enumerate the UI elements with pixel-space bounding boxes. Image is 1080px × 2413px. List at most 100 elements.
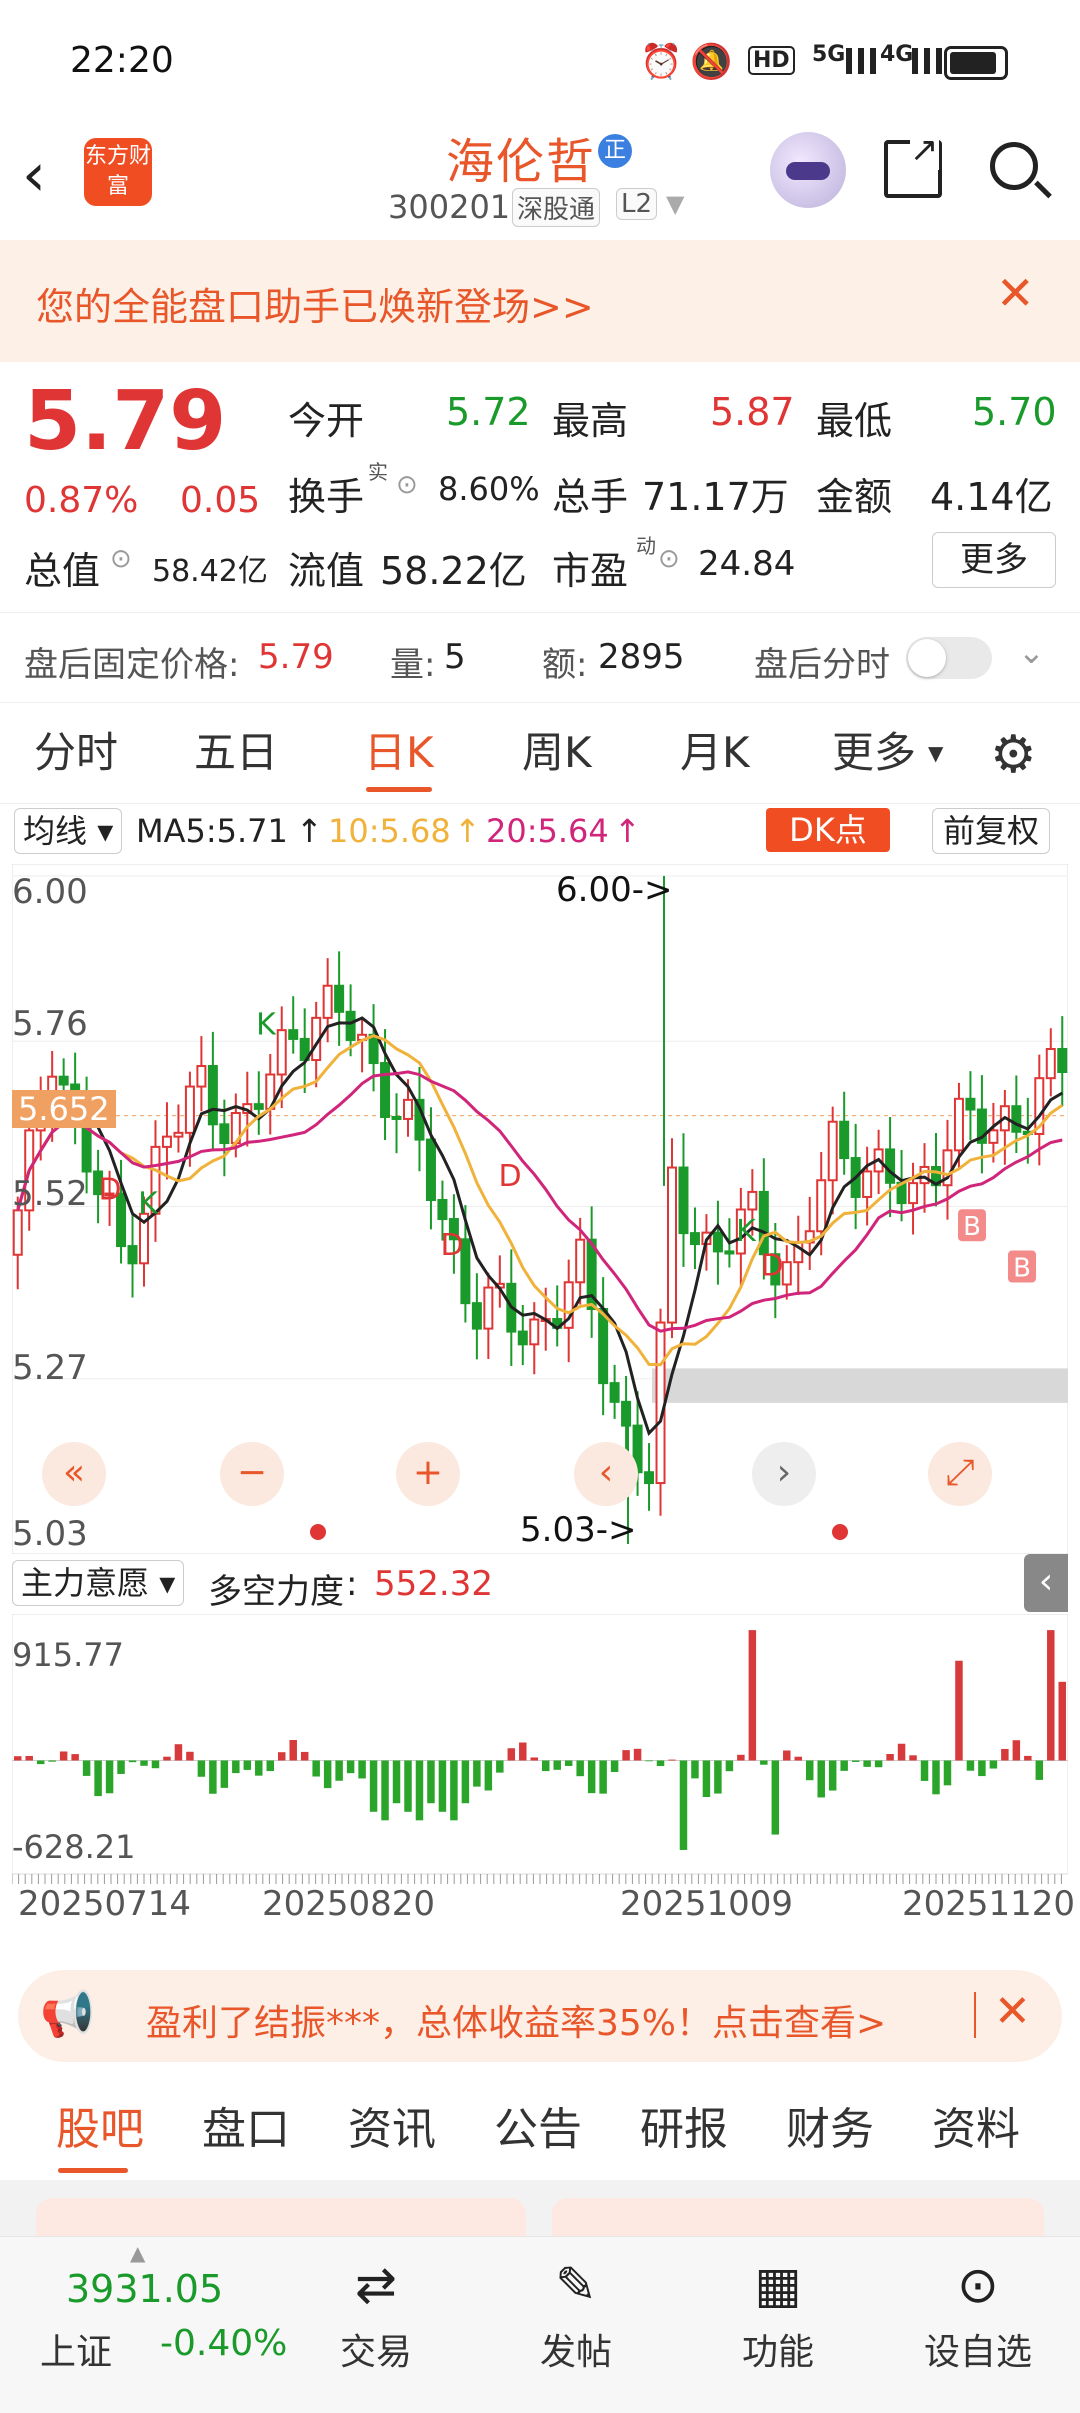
tab-minute[interactable]: 分时 — [34, 703, 118, 803]
indicator-bar — [943, 1760, 952, 1786]
dot-marker — [832, 1524, 848, 1540]
close-icon[interactable]: ✕ — [996, 266, 1035, 320]
post-label: 发帖 — [539, 2332, 612, 2373]
info-icon[interactable]: ⊙ — [110, 544, 132, 574]
signal-bars-icon — [912, 48, 942, 74]
stock-code: 300201 — [388, 188, 511, 226]
scroll-left-fast-icon[interactable]: « — [42, 1442, 106, 1506]
index-name[interactable]: 上证 — [40, 2323, 112, 2375]
ad-banner[interactable]: 📢 盈利了结振***，总体收益率35%！点击查看> ✕ — [18, 1970, 1062, 2062]
tab-finance[interactable]: 财务 — [786, 2080, 874, 2180]
index-value[interactable]: 3931.05 — [66, 2267, 223, 2311]
stock-name: 海伦哲 — [446, 134, 597, 190]
x-tick: 20250820 — [262, 1884, 436, 1924]
candle-body — [953, 1097, 964, 1152]
promo-banner[interactable]: 您的全能盘口助手已焕新登场>> ✕ — [0, 240, 1080, 362]
gear-icon[interactable]: ⚙ — [990, 725, 1037, 785]
search-icon[interactable] — [990, 142, 1052, 199]
indicator-bar — [392, 1760, 401, 1804]
fullscreen-icon[interactable]: ⤢ — [928, 1442, 992, 1506]
edit-icon: ✎ — [555, 2256, 597, 2314]
candle-body — [862, 1170, 873, 1198]
banner-text[interactable]: 您的全能盘口助手已焕新登场>> — [36, 276, 594, 331]
tab-pankou[interactable]: 盘口 — [202, 2080, 290, 2180]
post-button[interactable]: ✎ 发帖 — [506, 2255, 646, 2375]
candle-body — [391, 1115, 402, 1120]
high-label: 最高 — [552, 399, 629, 443]
collapse-panel-icon[interactable]: ‹ — [1024, 1554, 1068, 1612]
back-arrow-icon[interactable]: ‹ — [22, 140, 46, 210]
ma-selector[interactable]: 均线 ▾ — [14, 808, 123, 854]
low-value: 5.70 — [972, 390, 1057, 434]
pe-value: 24.84 — [698, 544, 796, 584]
zoom-in-icon[interactable]: + — [396, 1442, 460, 1506]
candle-body — [173, 1131, 184, 1138]
indicator-bar — [278, 1752, 286, 1761]
tab-news[interactable]: 资讯 — [348, 2080, 436, 2180]
share-icon[interactable]: ↗ — [884, 130, 942, 198]
afterhours-toggle[interactable] — [906, 637, 992, 679]
indicator-svg[interactable] — [12, 1614, 1068, 1894]
signal-label: K — [736, 1214, 757, 1249]
indicator-bar — [140, 1760, 148, 1766]
indicator-bar — [702, 1760, 711, 1797]
tab-research[interactable]: 研报 — [640, 2080, 728, 2180]
kline-svg[interactable]: KD KDD KDBB — [11, 863, 1069, 1555]
indicator-bar — [806, 1760, 814, 1781]
tab-more[interactable]: 更多 — [832, 703, 916, 803]
scroll-left-icon[interactable]: ‹ — [574, 1442, 638, 1506]
tab-guba[interactable]: 股吧 — [56, 2080, 144, 2180]
info-icon[interactable]: ⊙ — [658, 544, 680, 574]
y-tick: 5.27 — [12, 1348, 88, 1388]
change-amt: 0.05 — [180, 480, 261, 521]
indicator-bar — [978, 1760, 986, 1777]
tab-announcements[interactable]: 公告 — [494, 2080, 582, 2180]
dropdown-icon[interactable]: ▼ — [666, 190, 684, 218]
add-watchlist-button[interactable]: ⊙ 设自选 — [908, 2255, 1048, 2375]
more-button[interactable]: 更多 — [932, 532, 1056, 588]
info-icon[interactable]: ⊙ — [396, 470, 418, 500]
tab-five-day[interactable]: 五日 — [194, 703, 278, 803]
afterhours-vol-label: 量: — [390, 645, 436, 685]
candle-body — [885, 1148, 896, 1184]
high-value: 5.87 — [710, 390, 795, 434]
indicator-bar — [840, 1760, 848, 1771]
indicator-bar — [312, 1760, 320, 1777]
functions-button[interactable]: ▦ 功能 — [708, 2255, 848, 2375]
trade-button[interactable]: ⇄ 交易 — [306, 2255, 446, 2375]
signal-5g-icon: 5G — [812, 42, 846, 67]
tab-profile[interactable]: 资料 — [932, 2080, 1020, 2180]
zoom-out-icon[interactable]: − — [220, 1442, 284, 1506]
indicator-bar — [564, 1760, 573, 1766]
indicator-bar — [783, 1750, 791, 1761]
index-change[interactable]: -0.40% — [160, 2323, 287, 2364]
indicator-bar — [174, 1744, 183, 1761]
dk-button[interactable]: DK点 — [766, 808, 890, 852]
scroll-right-icon[interactable]: › — [752, 1442, 816, 1506]
content-tabs: 股吧 盘口 资讯 公告 研报 财务 资料 — [0, 2080, 1080, 2180]
indicator-bar — [714, 1760, 722, 1794]
tab-monthly-k[interactable]: 月K — [680, 703, 750, 803]
expand-up-icon[interactable]: ▲ — [130, 2241, 145, 2265]
up-arrow-icon: ↑ — [296, 812, 323, 850]
chevron-down-icon[interactable]: ⌄ — [1018, 633, 1045, 671]
kline-chart[interactable]: KDKDDKDBB 6.00 5.76 5.52 5.27 5.03 5.652… — [11, 863, 1069, 1555]
indicator-selector[interactable]: 主力意愿 ▾ — [12, 1560, 185, 1606]
status-time: 22:20 — [70, 40, 174, 81]
up-arrow-icon: ↑ — [614, 812, 641, 850]
indicator-bar — [438, 1760, 447, 1812]
assistant-avatar-icon[interactable] — [770, 132, 846, 208]
indicator-chart[interactable]: 主力意愿 ▾ 多空力度 : 552.32 ‹ 915.77 -628.21 20… — [12, 1554, 1075, 1954]
ad-text[interactable]: 盈利了结振***，总体收益率35%！点击查看> — [146, 1994, 886, 2046]
volume-value: 71.17万 — [642, 475, 789, 519]
indicator-bar — [507, 1748, 516, 1761]
up-arrow-icon: ↑ — [454, 812, 481, 850]
indicator-selector-label: 主力意愿 — [21, 1564, 150, 1602]
indicator-bar — [484, 1760, 493, 1791]
brand-logo[interactable]: 东方财富 — [84, 138, 152, 206]
adjust-button[interactable]: 前复权 — [932, 808, 1051, 854]
tab-weekly-k[interactable]: 周K — [522, 703, 592, 803]
close-icon[interactable]: ✕ — [994, 1986, 1031, 2037]
candle-body — [678, 1166, 689, 1235]
indicator-bar — [691, 1760, 699, 1779]
